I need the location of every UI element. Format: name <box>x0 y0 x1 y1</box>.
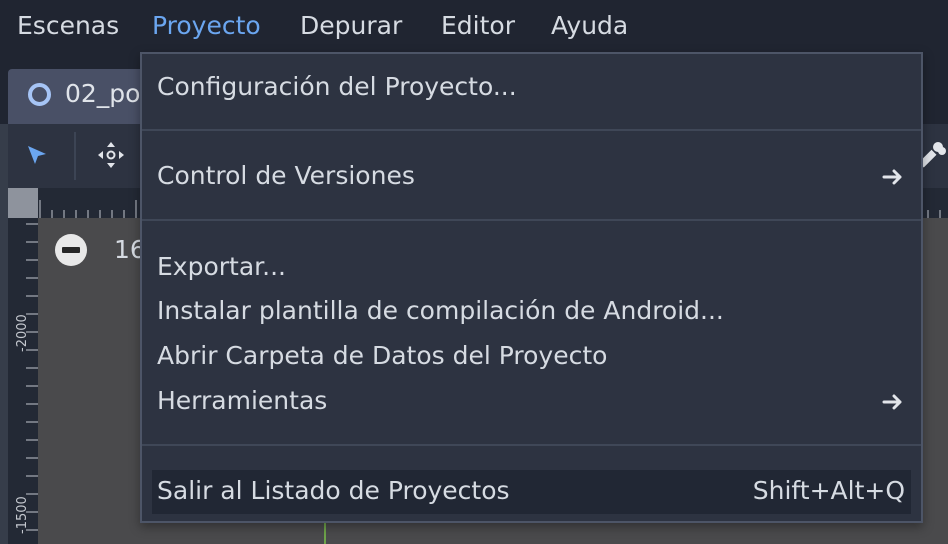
menu-item-label: Abrir Carpeta de Datos del Proyecto <box>157 341 608 370</box>
menu-proyecto[interactable]: Proyecto <box>152 9 261 43</box>
menu-item-label: Configuración del Proyecto... <box>157 72 517 101</box>
arrow-right-icon <box>881 165 905 189</box>
menu-item-install-android-template[interactable]: Instalar plantilla de compilación de And… <box>142 290 921 334</box>
ruler-label-1500: -1500 <box>15 496 30 534</box>
menu-item-tools[interactable]: Herramientas <box>142 380 921 424</box>
menu-escenas[interactable]: Escenas <box>17 9 119 43</box>
menu-item-open-data-folder[interactable]: Abrir Carpeta de Datos del Proyecto <box>142 335 921 379</box>
project-menu-popup: Configuración del Proyecto... Control de… <box>140 52 923 523</box>
menu-depurar[interactable]: Depurar <box>300 9 402 43</box>
menu-item-project-settings[interactable]: Configuración del Proyecto... <box>142 66 921 110</box>
menu-item-quit-to-project-list[interactable]: Salir al Listado de Proyectos Shift+Alt+… <box>142 470 921 514</box>
ruler-corner <box>8 188 38 218</box>
menu-item-version-control[interactable]: Control de Versiones <box>142 155 921 199</box>
vertical-ruler[interactable]: -2000 -1500 <box>8 218 38 544</box>
menu-item-label: Control de Versiones <box>157 161 415 190</box>
menu-item-label: Salir al Listado de Proyectos <box>157 476 510 505</box>
axis-guide-line <box>324 520 326 544</box>
ruler-label-2000: -2000 <box>15 314 30 352</box>
menu-item-label: Instalar plantilla de compilación de And… <box>157 296 724 325</box>
move-icon[interactable] <box>94 138 128 172</box>
menu-item-label: Herramientas <box>157 386 328 415</box>
menu-item-shortcut: Shift+Alt+Q <box>752 476 905 505</box>
zoom-out-button[interactable] <box>55 234 87 266</box>
menu-separator <box>142 129 921 131</box>
scene-ring-icon <box>28 83 51 106</box>
toolbar-separator <box>74 132 76 180</box>
scene-tab-label: 02_po <box>65 79 141 108</box>
arrow-right-icon <box>881 390 905 414</box>
menu-editor[interactable]: Editor <box>441 9 515 43</box>
menu-item-label: Exportar... <box>157 252 286 281</box>
menu-separator <box>142 444 921 446</box>
menu-item-export[interactable]: Exportar... <box>142 246 921 290</box>
menubar: Escenas Proyecto Depurar Editor Ayuda <box>0 0 948 52</box>
menu-separator <box>142 219 921 221</box>
menu-ayuda[interactable]: Ayuda <box>551 9 628 43</box>
select-arrow-icon[interactable] <box>20 138 54 172</box>
